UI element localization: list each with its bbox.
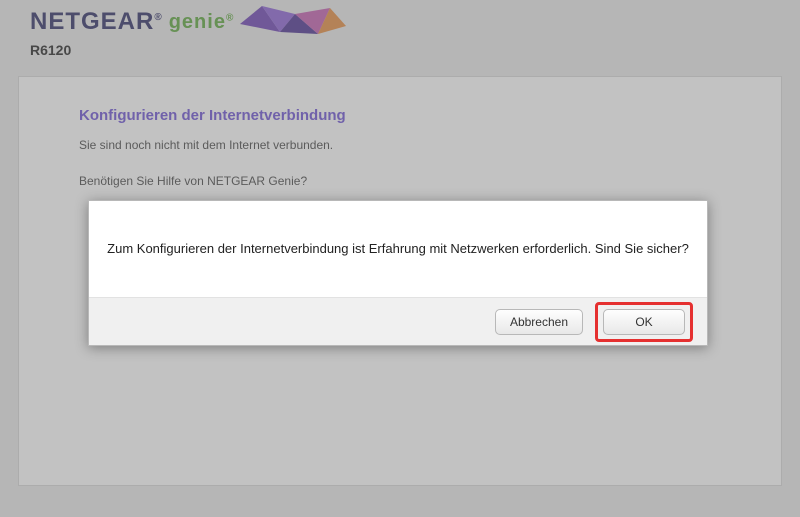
panel-message-2: Benötigen Sie Hilfe von NETGEAR Genie?	[79, 174, 721, 188]
brand-name-text: NETGEAR	[30, 8, 154, 35]
genie-logo-icon	[240, 4, 350, 40]
registered-mark: ®	[154, 12, 162, 23]
brand-name: NETGEAR®	[30, 8, 163, 36]
dialog-footer: Abbrechen OK	[89, 297, 707, 345]
brand-sub: genie®	[169, 11, 235, 34]
model-label: R6120	[30, 42, 800, 58]
ok-highlight: OK	[595, 302, 693, 342]
header: NETGEAR® genie® R6120	[0, 0, 800, 58]
brand-sub-text: genie	[169, 11, 226, 33]
panel-message-1: Sie sind noch nicht mit dem Internet ver…	[79, 138, 721, 152]
confirm-dialog: Zum Konfigurieren der Internetverbindung…	[88, 200, 708, 346]
cancel-button[interactable]: Abbrechen	[495, 309, 583, 335]
ok-button[interactable]: OK	[603, 309, 685, 335]
dialog-message: Zum Konfigurieren der Internetverbindung…	[89, 201, 707, 297]
registered-mark-2: ®	[226, 12, 234, 23]
panel-title: Konfigurieren der Internetverbindung	[79, 107, 721, 124]
brand: NETGEAR® genie®	[30, 4, 800, 40]
